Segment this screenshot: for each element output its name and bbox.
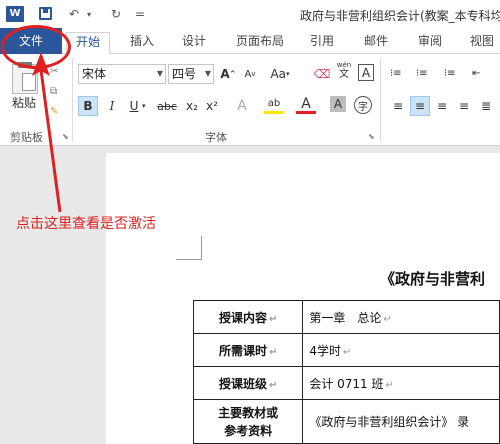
arrow-shaft	[39, 69, 62, 213]
annotation-text: 点击这里查看是否激活	[16, 216, 156, 232]
